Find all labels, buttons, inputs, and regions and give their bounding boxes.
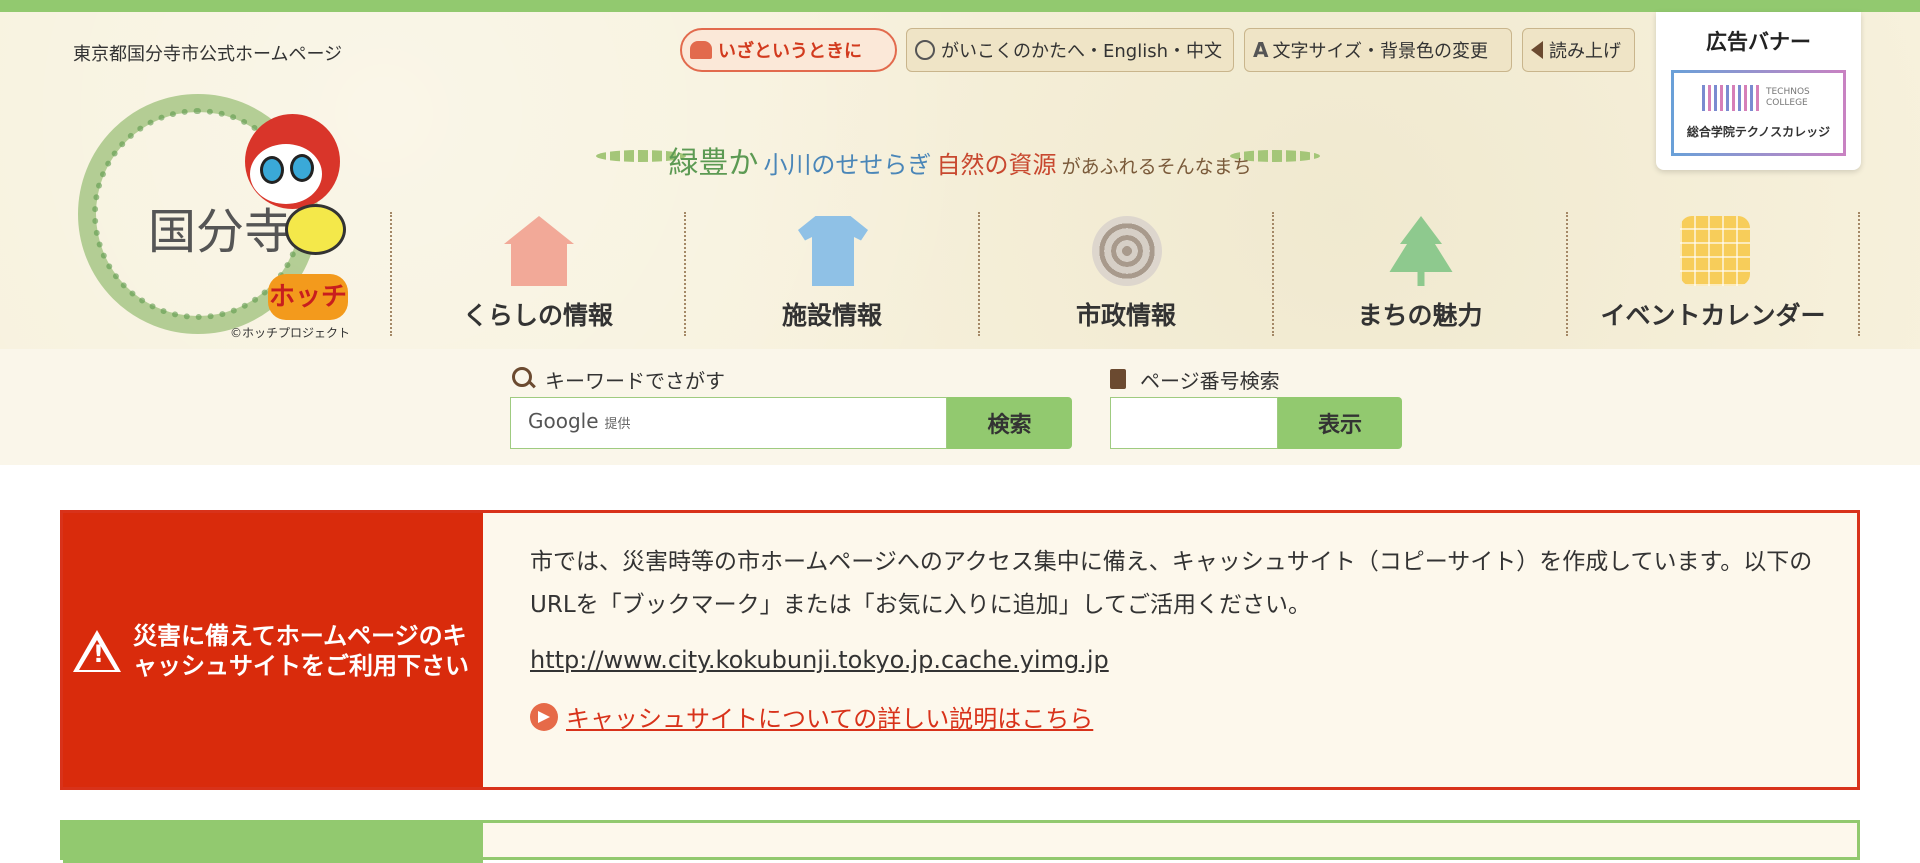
- next-panel-header: [63, 823, 483, 863]
- search-area: キーワードでさがす Google 提供 検索 ページ番号検索 表示: [0, 349, 1920, 465]
- mascot-body: [285, 204, 346, 255]
- google-sub: 提供: [604, 417, 631, 432]
- nav-label: くらしの情報: [462, 301, 613, 330]
- nav-item-living[interactable]: くらしの情報: [390, 212, 684, 336]
- page-number-search-label: ページ番号検索: [1140, 369, 1280, 393]
- read-aloud-button[interactable]: 読み上げ: [1522, 28, 1635, 72]
- cache-site-notice: ! 災害に備えてホームページのキャッシュサイトをご利用下さい 市では、災害時等の…: [60, 510, 1860, 790]
- slogan-part1: 緑豊か: [668, 146, 759, 181]
- technos-logo-icon: [1702, 85, 1760, 111]
- shirt-icon: [798, 216, 868, 286]
- ad-banner: 広告バナー TECHNOS COLLEGE 総合学院テクノスカレッジ: [1656, 12, 1861, 170]
- google-provided-label: Google 提供: [528, 409, 631, 433]
- ad-brand-jp: 総合学院テクノスカレッジ: [1686, 125, 1831, 139]
- emergency-button[interactable]: いざというときに: [680, 28, 897, 72]
- ad-brand-en: TECHNOS COLLEGE: [1766, 87, 1810, 109]
- slogan-part2: 小川のせせらぎ: [763, 151, 932, 179]
- cache-site-details-link[interactable]: キャッシュサイトについての詳しい説明はこちら: [530, 699, 1093, 734]
- nav-item-city-admin[interactable]: 市政情報: [978, 212, 1272, 336]
- language-button[interactable]: がいこくのかたへ・English・中文: [906, 28, 1234, 72]
- speaker-icon: [1531, 41, 1543, 59]
- keyword-search-button[interactable]: 検索: [947, 397, 1072, 449]
- ad-title: 広告バナー: [1706, 30, 1811, 54]
- calendar-icon: [1680, 216, 1750, 286]
- language-label: がいこくのかたへ・English・中文: [941, 41, 1222, 62]
- slogan-part4: があふれるそんなまち: [1061, 156, 1252, 178]
- nav-item-facilities[interactable]: 施設情報: [684, 212, 978, 336]
- google-text: Google: [528, 409, 599, 433]
- main-nav: くらしの情報 施設情報 市政情報 まちの魅力 イベントカレンダー: [390, 212, 1860, 336]
- warning-mark: !: [93, 640, 104, 668]
- nav-label: 施設情報: [781, 301, 882, 330]
- keyword-search-label: キーワードでさがす: [545, 369, 725, 393]
- site-logo[interactable]: 国分寺 ホッチ ©ホッチプロジェクト: [70, 74, 360, 346]
- city-slogan: 緑豊か 小川のせせらぎ 自然の資源 があふれるそんなまち: [600, 138, 1320, 188]
- arrow-right-icon: [530, 702, 558, 731]
- notice-title: 災害に備えてホームページのキャッシュサイトをご利用下さい: [133, 622, 469, 680]
- tree-icon: [1389, 216, 1453, 286]
- emergency-label: いざというときに: [718, 41, 862, 62]
- details-link-label: キャッシュサイトについての詳しい説明はこちら: [566, 705, 1094, 733]
- cache-site-url-link[interactable]: http://www.city.kokubunji.tokyo.jp.cache…: [530, 646, 1109, 674]
- nav-label: まちの魅力: [1357, 301, 1483, 330]
- font-size-label: 文字サイズ・背景色の変更: [1272, 41, 1488, 62]
- top-accent-bar: [0, 0, 1920, 12]
- nav-label: イベントカレンダー: [1600, 301, 1826, 330]
- document-icon: [1110, 369, 1126, 389]
- logo-copyright: ©ホッチプロジェクト: [230, 326, 351, 340]
- ad-technos-college[interactable]: TECHNOS COLLEGE 総合学院テクノスカレッジ: [1671, 70, 1846, 156]
- site-label: 東京都国分寺市公式ホームページ: [73, 44, 343, 65]
- ad-brand-en-1: TECHNOS: [1766, 87, 1810, 97]
- nav-label: 市政情報: [1075, 301, 1176, 330]
- tree-stump-icon: [1092, 216, 1162, 286]
- font-size-button[interactable]: A 文字サイズ・背景色の変更: [1244, 28, 1512, 72]
- ad-brand-en-2: COLLEGE: [1766, 98, 1808, 108]
- mascot-name: ホッチ: [268, 274, 348, 320]
- notice-header: ! 災害に備えてホームページのキャッシュサイトをご利用下さい: [63, 513, 483, 787]
- notice-body: 市では、災害時等の市ホームページへのアクセス集中に備え、キャッシュサイト（コピー…: [530, 549, 1813, 618]
- mascot-eye-left: [260, 156, 284, 184]
- house-icon: [504, 216, 574, 286]
- page-number-show-button[interactable]: 表示: [1278, 397, 1402, 449]
- font-size-icon: A: [1253, 38, 1269, 62]
- search-icon: [512, 367, 532, 387]
- globe-icon: [915, 40, 935, 60]
- page-number-input[interactable]: [1110, 397, 1278, 449]
- next-panel: [60, 820, 1860, 863]
- mascot-eye-right: [290, 154, 314, 182]
- read-aloud-label: 読み上げ: [1549, 41, 1621, 62]
- slogan-part3: 自然の資源: [936, 151, 1057, 179]
- nav-item-attractions[interactable]: まちの魅力: [1272, 212, 1566, 336]
- siren-icon: [690, 41, 712, 59]
- nav-item-event-calendar[interactable]: イベントカレンダー: [1566, 212, 1860, 336]
